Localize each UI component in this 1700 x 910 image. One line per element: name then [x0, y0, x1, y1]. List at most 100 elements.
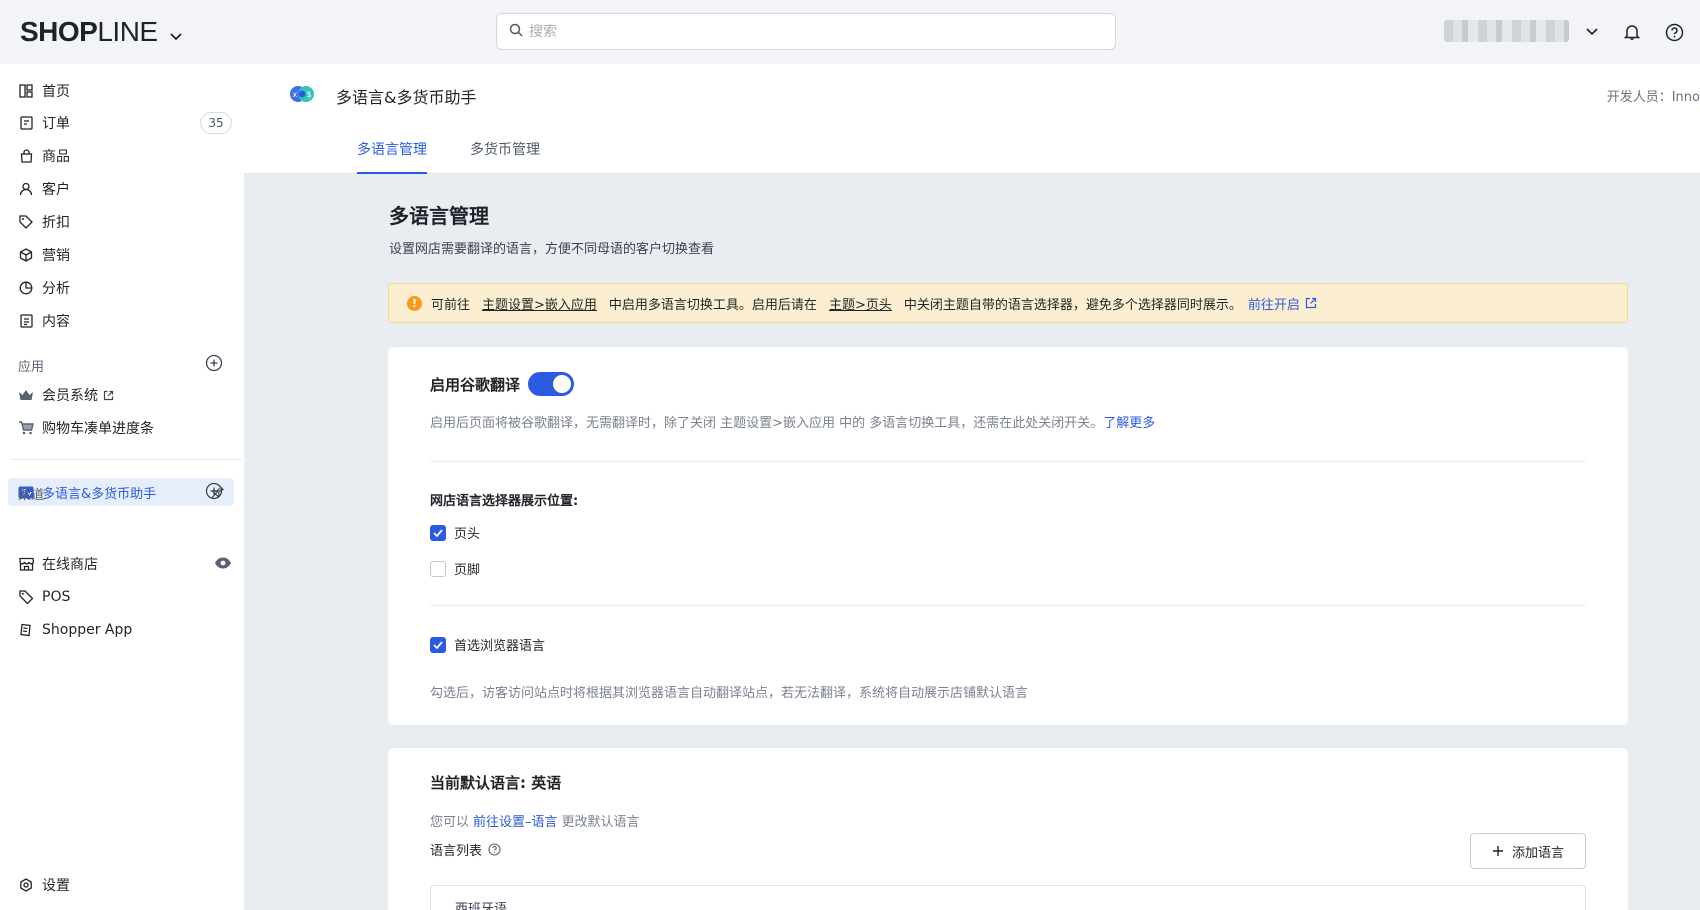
default-language-hint: 您可以 前往设置–语言 更改默认语言 — [430, 811, 640, 830]
option-header-label: 页头 — [454, 527, 481, 542]
notice-text: 中关闭主题自带的语言选择器，避免多个选择器同时展示。 — [903, 297, 1242, 313]
sidebar-item-discounts[interactable]: 折扣 — [18, 209, 228, 235]
translation-settings-card: 启用谷歌翻译 启用后页面将被谷歌翻译，无需翻译时，除了关闭 主题设置>嵌入应用 … — [388, 347, 1628, 725]
shopper-app-icon — [18, 622, 34, 638]
sidebar-item-marketing[interactable]: 营销 — [18, 242, 228, 268]
go-language-settings-link[interactable]: 前往设置–语言 — [473, 815, 558, 830]
store-icon — [18, 556, 34, 572]
sidebar-app-membership[interactable]: 会员系统 — [18, 382, 228, 408]
sidebar-item-products[interactable]: 商品 — [18, 143, 228, 169]
notice-link-theme-header[interactable]: 主题>页头 — [829, 294, 892, 313]
sidebar-item-orders[interactable]: 订单 35 — [18, 110, 232, 136]
app-header: x $ 多语言&多货币助手 开发人员：Inno 多语言管理 多货币管理 — [244, 64, 1700, 174]
add-language-button[interactable]: 添加语言 — [1470, 833, 1586, 869]
add-app-icon[interactable] — [205, 354, 223, 372]
default-language-title: 当前默认语言: 英语 — [430, 774, 562, 792]
app-title: 多语言&多货币助手 — [336, 88, 477, 107]
document-icon — [18, 313, 34, 329]
checkbox-checked[interactable] — [430, 636, 446, 653]
sidebar-channel-shopper-app[interactable]: Shopper App — [18, 617, 228, 643]
search-icon — [509, 23, 523, 41]
option-footer[interactable]: 页脚 — [430, 559, 480, 578]
brand-logo[interactable]: SHOP LINE — [20, 16, 182, 48]
default-language-card: 当前默认语言: 英语 您可以 前往设置–语言 更改默认语言 语言列表 添加语言 西班… — [388, 748, 1628, 910]
svg-text:x: x — [293, 90, 298, 99]
prefer-browser-language-description: 勾选后，访客访问站点时将根据其浏览器语言自动翻译站点，若无法翻译，系统将自动展示… — [430, 686, 1029, 701]
help-icon[interactable] — [1664, 22, 1684, 42]
sidebar-channel-pos[interactable]: POS — [18, 584, 228, 610]
warning-icon: ! — [407, 295, 422, 311]
chevron-down-icon[interactable] — [169, 16, 182, 48]
google-translate-desc-text: 启用后页面将被谷歌翻译，无需翻译时，除了关闭 主题设置>嵌入应用 中的 多语言切… — [430, 416, 1104, 431]
google-translate-row: 启用谷歌翻译 — [430, 372, 575, 396]
language-list-label: 语言列表 — [430, 840, 501, 859]
search-input[interactable] — [529, 23, 1089, 40]
bell-icon[interactable] — [1622, 22, 1642, 42]
sidebar-item-label: 订单 — [42, 116, 70, 132]
checkbox-unchecked[interactable] — [430, 560, 446, 577]
google-translate-label: 启用谷歌翻译 — [430, 375, 521, 394]
sidebar-item-label: 营销 — [42, 248, 70, 264]
search-bar[interactable] — [496, 13, 1116, 50]
hint-text: 您可以 — [430, 815, 470, 830]
page-subtitle: 设置网店需要翻译的语言，方便不同母语的客户切换查看 — [389, 242, 715, 257]
learn-more-link[interactable]: 了解更多 — [1103, 416, 1155, 431]
sidebar-item-label: 购物车凑单进度条 — [42, 421, 154, 437]
cube-icon — [18, 247, 34, 263]
sidebar: 首页 订单 35 商品 客户 折扣 营销 分析 内容 应用 会员系统 购物车凑单… — [0, 64, 244, 910]
tab-multilingual[interactable]: 多语言管理 — [357, 139, 427, 174]
option-header[interactable]: 页头 — [430, 523, 480, 542]
chart-icon — [18, 280, 34, 296]
help-circle-icon[interactable] — [488, 843, 501, 856]
brand-logo-light: LINE — [97, 16, 158, 47]
external-link-icon — [1305, 297, 1317, 309]
account-chevron-down-icon[interactable] — [1582, 22, 1602, 42]
page-title: 多语言管理 — [389, 204, 489, 228]
apps-section-label: 应用 — [18, 360, 45, 375]
divider — [430, 461, 1586, 462]
tab-multicurrency[interactable]: 多货币管理 — [470, 139, 540, 174]
notice-banner: ! 可前往 主题设置>嵌入应用 中启用多语言切换工具。启用后请在 主题>页头 中… — [388, 283, 1628, 323]
checkbox-checked[interactable] — [430, 524, 446, 541]
add-language-label: 添加语言 — [1511, 845, 1564, 861]
google-translate-toggle[interactable] — [528, 372, 575, 396]
user-icon — [18, 181, 34, 197]
sidebar-item-settings[interactable]: 设置 — [18, 872, 228, 898]
go-enable-label: 前往开启 — [1247, 297, 1300, 313]
prefer-browser-language[interactable]: 首选浏览器语言 — [430, 635, 545, 654]
selector-position-label: 网店语言选择器展示位置: — [430, 494, 579, 509]
channels-section-label: 渠道 — [18, 488, 45, 503]
sidebar-item-label: 会员系统 — [42, 388, 98, 404]
add-channel-icon[interactable] — [205, 482, 223, 500]
go-enable-link[interactable]: 前往开启 — [1248, 294, 1317, 313]
svg-text:$: $ — [307, 90, 312, 99]
plus-icon — [1492, 845, 1504, 857]
prefer-browser-language-label: 首选浏览器语言 — [454, 639, 546, 654]
notice-link-theme-embed[interactable]: 主题设置>嵌入应用 — [482, 294, 597, 313]
sidebar-item-label: 折扣 — [42, 215, 70, 231]
sidebar-item-customers[interactable]: 客户 — [18, 176, 228, 202]
sidebar-item-label: Shopper App — [42, 622, 133, 638]
notice-text: 中启用多语言切换工具。启用后请在 — [608, 297, 817, 313]
pos-icon — [18, 589, 34, 605]
cart-icon — [18, 420, 34, 436]
sidebar-channel-online-store[interactable]: 在线商店 — [18, 551, 231, 577]
sidebar-app-cart-progress[interactable]: 购物车凑单进度条 — [18, 415, 228, 441]
top-bar: SHOP LINE — [0, 0, 1700, 64]
order-icon — [18, 115, 34, 131]
brand-logo-bold: SHOP — [20, 16, 98, 47]
account-name-blurred[interactable] — [1444, 20, 1569, 42]
external-link-icon — [103, 390, 114, 401]
language-list-item: 西班牙语 — [430, 885, 1586, 910]
app-logo-icon: x $ — [288, 84, 316, 104]
sidebar-item-content[interactable]: 内容 — [18, 308, 228, 334]
developer-label: 开发人员：Inno — [1606, 90, 1700, 105]
hint-text: 更改默认语言 — [561, 815, 640, 830]
sidebar-item-analytics[interactable]: 分析 — [18, 275, 228, 301]
notice-text: 可前往 — [431, 297, 471, 313]
eye-icon[interactable] — [214, 556, 232, 570]
sidebar-item-home[interactable]: 首页 — [18, 78, 228, 104]
language-list-text: 语言列表 — [430, 844, 483, 859]
language-name: 西班牙语 — [455, 902, 508, 910]
google-translate-description: 启用后页面将被谷歌翻译，无需翻译时，除了关闭 主题设置>嵌入应用 中的 多语言切… — [430, 412, 1155, 431]
